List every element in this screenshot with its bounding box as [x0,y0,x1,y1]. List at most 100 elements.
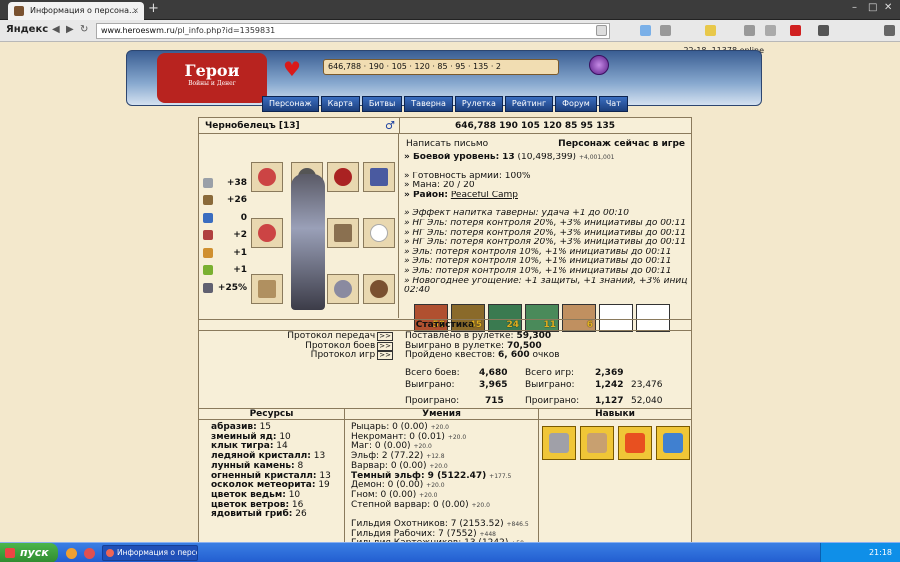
quicklaunch-icon[interactable] [84,548,95,559]
talent-slot[interactable] [656,426,690,460]
download-icon[interactable] [660,25,671,36]
mana-orb-icon[interactable] [589,55,609,75]
heart-icon[interactable]: ♥ [283,57,301,81]
extension-icon[interactable] [818,25,829,36]
effect-line: 02:40 [404,286,430,296]
skill-progress: +448 [479,530,496,538]
stat-value: 0 [240,212,247,223]
nav-chat[interactable]: Чат [598,96,628,112]
page: 22:18, 11378 online Герои Войны и Денег … [0,42,900,542]
combat-level-label: » Боевой уровень: [404,153,500,162]
equipment-pane: +38 +26 0 +2 +1 +1 +25% [199,134,399,318]
nav-map[interactable]: Карта [320,96,360,112]
address-toolbar: Яндекс ◀ ▶ ↻ www.heroeswm.ru/pl_info.php… [0,20,900,42]
cloud-extension-icon[interactable] [640,25,651,36]
system-tray: 21:18 [820,543,900,562]
protocol-link[interactable]: >> [377,332,393,341]
games-lost-gold: 52,040 [631,396,663,406]
close-window-icon[interactable]: ✕ [884,2,892,13]
reload-page-icon[interactable] [596,25,607,36]
new-tab-icon[interactable]: + [148,1,159,16]
talents-column: Навыки [539,409,691,542]
equipment-slot-horse[interactable] [363,274,395,304]
gender-icon: ♂ [385,119,395,132]
nav-character[interactable]: Персонаж [262,96,319,112]
talent-slot[interactable] [618,426,652,460]
skills-list: Рыцарь: 0 (0.00) +20.0 Некромант: 0 (0.01… [345,420,538,542]
write-letter-link[interactable]: Написать письмо [406,139,488,150]
battles-lost-label: Проиграно: [405,396,460,406]
url-input[interactable]: www.heroeswm.ru/pl_info.php?id=1359831 [96,23,610,39]
nav-rating[interactable]: Рейтинг [504,96,554,112]
battles-total-label: Всего боев: [405,368,460,378]
talent-slot[interactable] [542,426,576,460]
games-total-value: 2,369 [595,368,624,378]
equipment-slot-amulet[interactable] [251,162,283,192]
resource-label: клык тигра: [211,441,274,452]
resource-value: 10 [288,489,301,500]
skill-progress: +20.0 [429,462,448,470]
clock[interactable]: 21:18 [869,548,892,557]
effects-list: » Эффект напитка таверны: удача +1 до 00… [404,209,688,295]
resource-label: лунный камень: [211,460,295,471]
arrow-icon[interactable] [744,25,755,36]
maximize-icon[interactable]: □ [868,2,877,13]
equipment-slot-spear[interactable] [251,274,283,304]
nav-roulette[interactable]: Рулетка [454,96,503,112]
taskbar-window-button[interactable]: Информация о персо... [102,545,198,561]
start-button[interactable]: пуск [0,543,58,562]
character-name[interactable]: Чернобелецъ [13] [205,121,300,131]
protocol-link[interactable]: >> [377,351,393,360]
roulette-bet-label: Поставлено в рулетке: [405,331,514,341]
equipment-slot-crossbow[interactable] [327,218,359,248]
nav-forum[interactable]: Форум [555,96,597,112]
stat-row: 0 [203,209,247,227]
character-header: Чернобелецъ [13] ♂ 646,788 190 105 120 8… [199,118,691,134]
minimize-icon[interactable]: – [852,2,857,13]
talent-slot[interactable] [580,426,614,460]
task-title: Информация о персо... [117,548,197,557]
equipment-slot-book[interactable] [363,162,395,192]
quicklaunch-icon[interactable] [66,548,77,559]
games-total-label: Всего игр: [525,368,575,378]
extension-icon[interactable] [765,25,776,36]
games-won-label: Выиграно: [525,380,575,390]
equipment-slot-relic[interactable] [327,162,359,192]
back-icon[interactable]: ◀ [52,24,60,35]
equipment-slot-shield[interactable] [327,274,359,304]
equipment-slot-ring[interactable] [251,218,283,248]
skill-text: Маг: 0 (0.00) [351,441,411,452]
district-link[interactable]: Peaceful Camp [451,191,518,200]
quests-label: Пройдено квестов: [405,350,496,360]
quests-row: Пройдено квестов: 6, 600 очков [405,350,685,361]
roulette-won-label: Выиграно в рулетке: [405,340,505,351]
effect-line: » НГ Эль: потеря контроля 20%, +3% иници… [404,218,687,228]
browser-tab[interactable]: Информация о персона... × [8,2,144,20]
stat-value: +1 [233,265,247,276]
game-logo[interactable]: Герои Войны и Денег [157,53,267,103]
yandex-logo[interactable]: Яндекс [6,24,48,35]
resource-value: 19 [318,480,330,491]
skill-text: Гильдия Охотников: 7 (2153.52) [351,519,504,530]
equipment-slot-cloak[interactable] [363,218,395,248]
skill-progress: +20.0 [413,443,432,451]
stat-row: +1 [203,262,247,280]
resource-label: абразив: [211,422,257,432]
character-info: » Боевой уровень: 13 (10,498,399) +4,001… [404,153,688,296]
spellpower-icon [203,212,213,223]
forward-icon[interactable]: ▶ [66,24,74,35]
games-lost-value: 1,127 [595,396,624,406]
protocol-link[interactable]: >> [377,341,393,351]
skill-progress: +20.0 [447,433,467,441]
menu-icon[interactable] [884,25,895,36]
reload-icon[interactable]: ↻ [80,24,88,35]
stat-value: +38 [226,177,247,188]
skill-progress: +12.8 [426,453,445,461]
morale-icon [203,265,213,276]
bookmark-star-icon[interactable] [705,25,716,36]
adblock-icon[interactable] [790,25,801,36]
close-tab-icon[interactable]: × [132,2,139,20]
nav-battles[interactable]: Битвы [361,96,403,112]
nav-tavern[interactable]: Таверна [404,96,453,112]
url-path: /pl_info.php?id=1359831 [174,26,276,35]
